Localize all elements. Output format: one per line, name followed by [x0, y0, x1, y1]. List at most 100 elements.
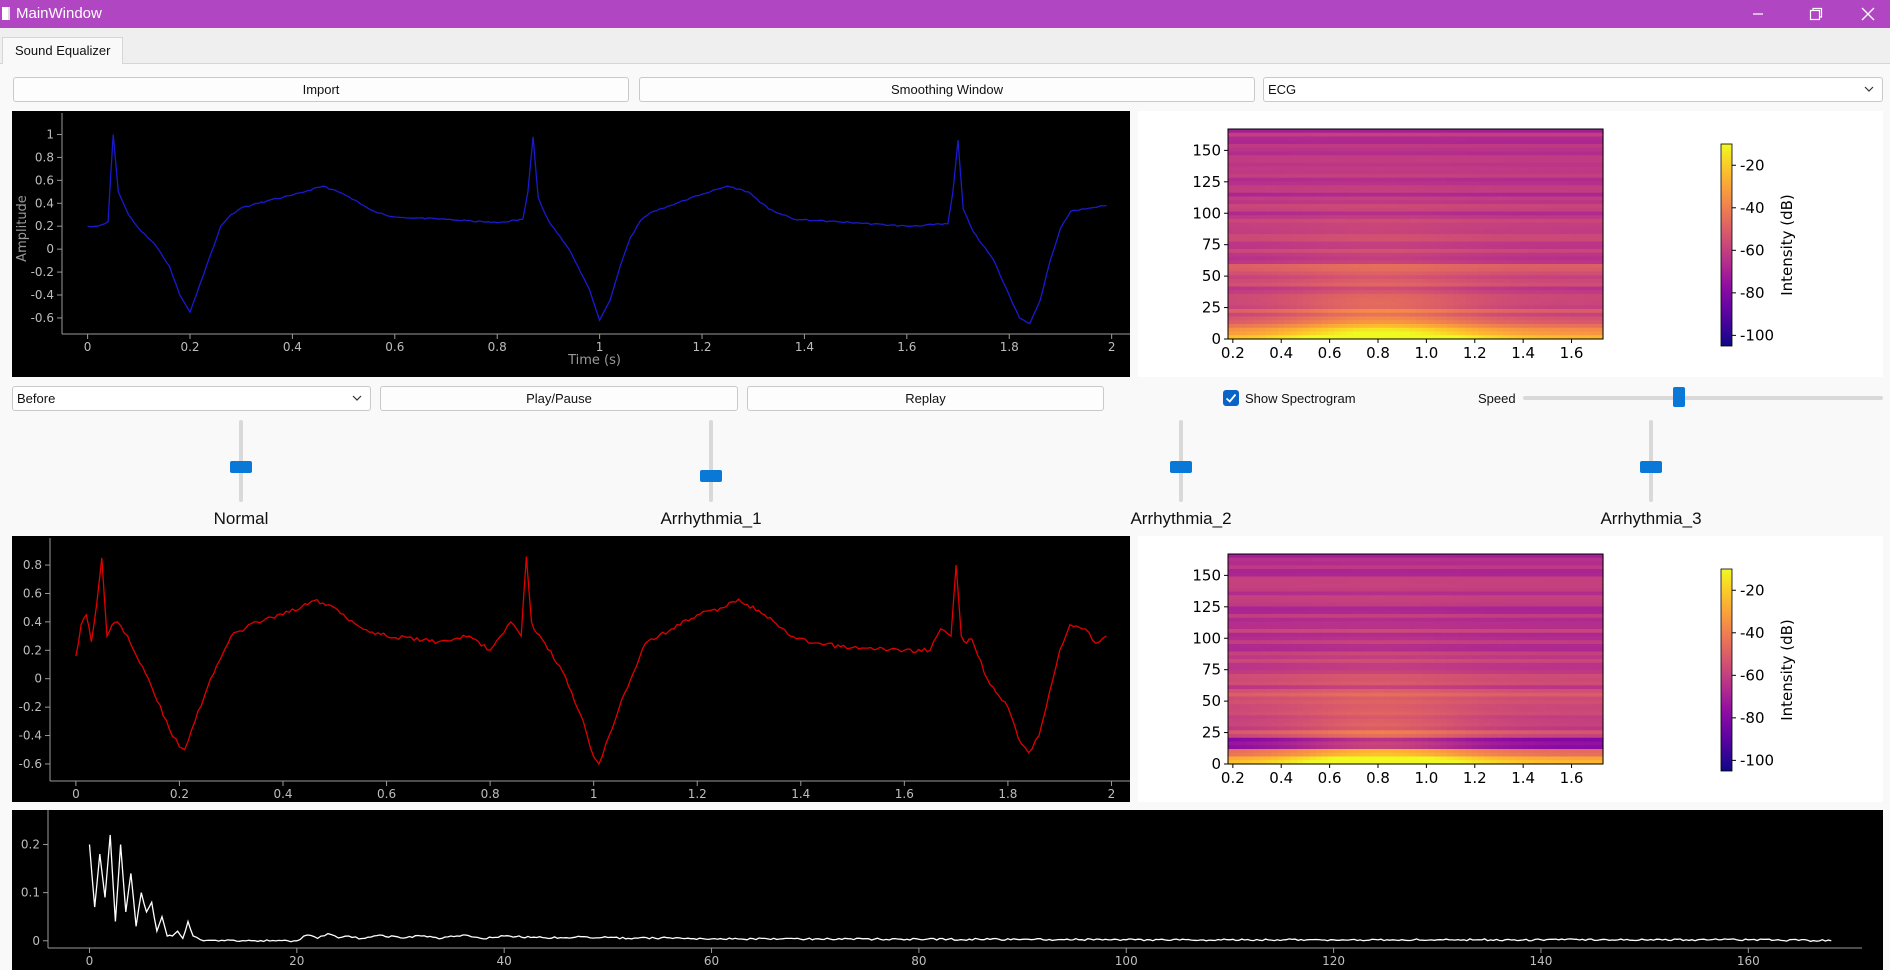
spectrogram-cell	[1253, 632, 1260, 638]
spectrogram-cell	[1246, 204, 1254, 209]
spectrogram-cell	[1584, 576, 1592, 581]
spectrogram-cell	[1303, 177, 1310, 183]
spectrogram-cell	[1440, 301, 1448, 306]
input-signal-plot[interactable]: 0 0.2 0.4 0.6 0.8 1 1.2 1.4 1.6 1.8 2 1 0.8 0.6 0.4 0.2…	[12, 111, 1130, 377]
spectrogram-cell	[1321, 275, 1329, 280]
spectrogram-cell	[1559, 636, 1567, 641]
spectrogram-cell	[1240, 151, 1248, 156]
spectrogram-cell	[1415, 275, 1423, 280]
spectrogram-cell	[1296, 617, 1304, 623]
spectrogram-cell	[1590, 275, 1598, 280]
spectrogram-cell	[1321, 230, 1329, 235]
spectrogram-cell	[1390, 636, 1398, 641]
spectrogram-cell	[1378, 275, 1385, 280]
spectrogram-cell	[1478, 234, 1485, 239]
speed-slider-track[interactable]	[1523, 396, 1883, 400]
spectrogram-cell	[1471, 286, 1479, 291]
spectrogram-cell	[1403, 625, 1410, 630]
play-pause-button[interactable]: Play/Pause	[380, 386, 738, 411]
spectrogram-cell	[1415, 140, 1423, 145]
smoothing-window-button[interactable]: Smoothing Window	[639, 77, 1255, 102]
band-slider-handle[interactable]	[230, 460, 252, 473]
spectrogram-cell	[1228, 177, 1235, 183]
spectrogram-cell	[1496, 290, 1504, 295]
spectrogram-cell	[1590, 610, 1598, 615]
spectrogram-cell	[1440, 297, 1448, 303]
spectrogram-cell	[1521, 215, 1529, 220]
spectrogram-cell	[1503, 640, 1510, 645]
spectrogram-cell	[1540, 599, 1548, 604]
spectrogram-cell	[1590, 144, 1598, 149]
spectrogram-cell	[1540, 327, 1548, 333]
spectrogram-cell	[1365, 144, 1373, 149]
spectrogram-cell	[1328, 632, 1335, 638]
spectrogram-cell	[1259, 136, 1267, 141]
spectrogram-cell	[1478, 561, 1485, 566]
spectrogram-cell	[1465, 136, 1473, 141]
spectrogram-cell	[1584, 196, 1592, 201]
band-slider-track[interactable]	[709, 420, 713, 502]
spectrogram-cell	[1515, 640, 1523, 645]
spectrogram-cell	[1584, 129, 1592, 134]
band-slider-handle[interactable]	[1640, 460, 1662, 473]
spectrogram-cell	[1428, 215, 1435, 220]
spectrogram-cell	[1453, 264, 1460, 269]
spectrogram-cell	[1484, 561, 1492, 566]
show-spectrogram-checkbox[interactable]	[1223, 390, 1239, 406]
spectrogram-cell	[1434, 610, 1442, 615]
spectrogram-cell	[1565, 282, 1573, 288]
spectrogram-cell	[1590, 294, 1598, 299]
tab-sound-equalizer[interactable]: Sound Equalizer	[2, 37, 124, 65]
output-signal-plot[interactable]: 0 0.2 0.4 0.6 0.8 1 1.2 1.4 1.6 1.8 2 0.8 0.6 0.4 0.2 0…	[12, 536, 1130, 802]
spectrogram-cell	[1478, 331, 1485, 336]
spectrogram-cell	[1540, 595, 1548, 600]
spectrogram-cell	[1478, 614, 1485, 619]
spectrogram-cell	[1234, 129, 1242, 134]
spectrogram-cell	[1278, 215, 1285, 220]
spectrogram-cell	[1371, 252, 1379, 258]
spectrogram-cell	[1271, 279, 1279, 284]
spectrogram-cell	[1290, 614, 1298, 619]
spectrogram-cell	[1346, 177, 1354, 183]
spectrogram-cell	[1271, 237, 1279, 243]
spectrogram-cell	[1246, 151, 1254, 156]
spectrogram-cell	[1509, 316, 1517, 321]
spectrogram-cell	[1246, 294, 1254, 299]
spectrogram-cell	[1503, 569, 1510, 574]
import-button[interactable]: Import	[13, 77, 629, 102]
band-slider-handle[interactable]	[1170, 460, 1192, 473]
spectrogram-cell	[1565, 320, 1573, 325]
spectrogram-cell	[1259, 301, 1267, 306]
spectrogram-cell	[1440, 132, 1448, 138]
speed-slider-handle[interactable]	[1672, 387, 1685, 407]
x-tick-label: 1	[596, 340, 604, 354]
spectrogram-cell	[1515, 192, 1523, 198]
signal-type-select[interactable]: ECG	[1263, 77, 1883, 102]
view-select[interactable]: Before	[12, 386, 371, 411]
spectrogram-cell	[1546, 155, 1554, 160]
close-button[interactable]	[1845, 0, 1890, 28]
spectrogram-cell	[1484, 580, 1492, 585]
spectrogram-cell	[1509, 617, 1517, 623]
minimize-button[interactable]	[1729, 0, 1787, 28]
spectrogram-cell	[1303, 327, 1310, 333]
spectrogram-cell	[1259, 159, 1267, 164]
spectrogram-cell	[1365, 636, 1373, 641]
replay-button[interactable]: Replay	[747, 386, 1104, 411]
spectrogram-cell	[1278, 572, 1285, 578]
spectrogram-cell	[1403, 260, 1410, 265]
spectrogram-cell	[1490, 294, 1498, 299]
spectrogram-cell	[1553, 207, 1560, 213]
band-slider-handle[interactable]	[700, 470, 722, 483]
restore-button[interactable]	[1787, 0, 1845, 28]
spectrogram-cell	[1503, 189, 1510, 194]
spectrogram-cell	[1365, 640, 1373, 645]
spectrogram-cell	[1353, 185, 1360, 190]
x-tick-label: 0.2	[170, 787, 189, 801]
spectrogram-cell	[1428, 282, 1435, 288]
spectrogram-cell	[1240, 305, 1248, 310]
spectrogram-cell	[1553, 241, 1560, 246]
spectrogram-cell	[1540, 252, 1548, 258]
spectrogram-cell	[1465, 204, 1473, 209]
spectrogram-cell	[1521, 267, 1529, 273]
